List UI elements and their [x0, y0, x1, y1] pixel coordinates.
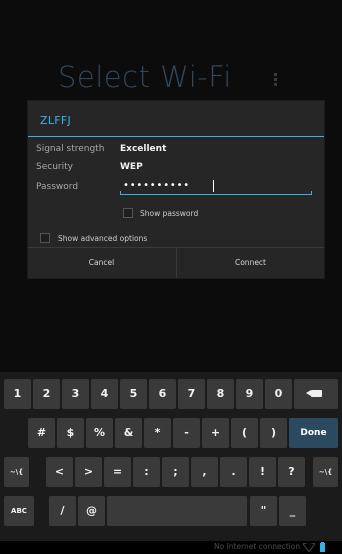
backspace-icon — [305, 390, 322, 397]
key-7[interactable]: 7 — [178, 379, 205, 409]
cancel-button[interactable]: Cancel — [28, 248, 175, 278]
key-4[interactable]: 4 — [91, 379, 118, 409]
key-ampersand[interactable]: & — [115, 418, 142, 448]
key-question[interactable]: ? — [278, 457, 305, 487]
symbol-keyboard: 1 2 3 4 5 6 7 8 9 0 # $ % & * - + ( ) Do… — [0, 372, 342, 541]
connection-status: No Internet connection — [214, 542, 301, 551]
backspace-key[interactable] — [294, 379, 338, 409]
key-at[interactable]: @ — [78, 496, 105, 526]
status-bar: No Internet connection — [0, 541, 342, 554]
key-asterisk[interactable]: * — [144, 418, 171, 448]
show-advanced-checkbox[interactable] — [40, 233, 50, 243]
key-percent[interactable]: % — [86, 418, 113, 448]
key-left-paren[interactable]: ( — [231, 418, 258, 448]
key-more-symbols-right[interactable]: ~\{ — [313, 457, 338, 487]
key-right-paren[interactable]: ) — [260, 418, 287, 448]
key-1[interactable]: 1 — [4, 379, 31, 409]
done-key[interactable]: Done — [289, 418, 338, 448]
key-plus[interactable]: + — [202, 418, 229, 448]
show-password-label[interactable]: Show password — [140, 209, 198, 218]
key-0[interactable]: 0 — [265, 379, 292, 409]
key-hash[interactable]: # — [28, 418, 55, 448]
signal-strength-value: Excellent — [120, 144, 167, 154]
wifi-connect-dialog: ZLFFJ Signal strength Excellent Security… — [28, 101, 324, 278]
network-name: ZLFFJ — [40, 114, 72, 127]
overflow-menu-icon[interactable] — [272, 73, 280, 87]
password-label: Password — [36, 182, 79, 192]
show-password-checkbox[interactable] — [123, 208, 133, 218]
key-comma[interactable]: , — [191, 457, 218, 487]
key-more-symbols-left[interactable]: ~\{ — [4, 457, 29, 487]
key-less-than[interactable]: < — [46, 457, 73, 487]
key-6[interactable]: 6 — [149, 379, 176, 409]
key-8[interactable]: 8 — [207, 379, 234, 409]
key-period[interactable]: . — [220, 457, 247, 487]
battery-icon — [320, 542, 325, 552]
key-greater-than[interactable]: > — [75, 457, 102, 487]
key-5[interactable]: 5 — [120, 379, 147, 409]
password-field[interactable]: •••••••••• — [120, 179, 312, 195]
title-divider — [28, 136, 324, 137]
space-key[interactable] — [107, 496, 247, 526]
key-equals[interactable]: = — [104, 457, 131, 487]
key-semicolon[interactable]: ; — [162, 457, 189, 487]
key-minus[interactable]: - — [173, 418, 200, 448]
signal-strength-label: Signal strength — [36, 144, 105, 154]
key-3[interactable]: 3 — [62, 379, 89, 409]
key-dollar[interactable]: $ — [57, 418, 84, 448]
security-value: WEP — [120, 162, 143, 172]
key-exclamation[interactable]: ! — [249, 457, 276, 487]
show-advanced-label[interactable]: Show advanced options — [58, 234, 147, 243]
password-underline — [120, 191, 312, 195]
key-9[interactable]: 9 — [236, 379, 263, 409]
key-2[interactable]: 2 — [33, 379, 60, 409]
page-title: Select Wi-Fi — [58, 60, 232, 94]
key-underscore[interactable]: _ — [279, 496, 306, 526]
key-colon[interactable]: : — [133, 457, 160, 487]
abc-key[interactable]: ABC — [4, 496, 34, 526]
text-cursor — [213, 180, 214, 192]
security-label: Security — [36, 162, 73, 172]
key-slash[interactable]: / — [49, 496, 76, 526]
connect-button[interactable]: Connect — [177, 248, 324, 278]
wifi-icon — [303, 543, 315, 552]
key-quote[interactable]: " — [250, 496, 277, 526]
password-value: •••••••••• — [123, 180, 190, 191]
